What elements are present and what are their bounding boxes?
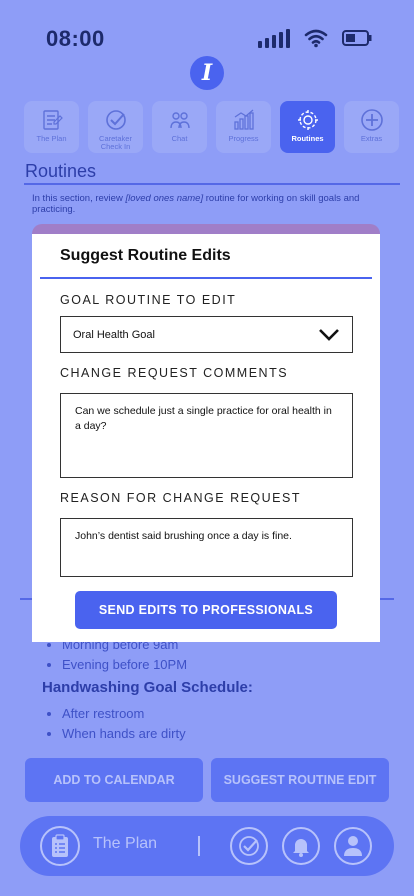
suggest-routine-edit-button[interactable]: SUGGEST ROUTINE EDIT [211, 758, 389, 802]
comments-label: CHANGE REQUEST COMMENTS [60, 366, 289, 380]
tab-chat[interactable]: Chat [152, 101, 207, 153]
tab-progress[interactable]: Progress [216, 101, 271, 153]
app-logo: I [190, 56, 224, 90]
modal-divider [40, 277, 372, 279]
progress-icon [233, 109, 254, 130]
plus-icon [360, 109, 383, 131]
send-edits-button[interactable]: SEND EDITS TO PROFESSIONALS [75, 591, 337, 629]
bell-icon [293, 839, 309, 857]
wifi-icon [304, 29, 328, 48]
battery-icon [342, 30, 372, 46]
tab-label: Extras [360, 134, 383, 143]
add-to-calendar-button[interactable]: ADD TO CALENDAR [25, 758, 203, 802]
tab-the-plan[interactable]: The Plan [24, 101, 79, 153]
status-icons [258, 28, 372, 48]
loved-one-placeholder: [loved ones name] [125, 193, 204, 204]
tab-extras[interactable]: Extras [344, 101, 399, 153]
oral-schedule-list: Morning before 9am Evening before 10PM [42, 637, 187, 677]
bottom-nav: The Plan [20, 816, 394, 876]
tab-label: Progress [228, 134, 259, 143]
bottom-nav-label: The Plan [93, 835, 158, 852]
tab-label: Chat [171, 134, 188, 143]
goal-routine-value: Oral Health Goal [73, 328, 155, 341]
profile-nav-button[interactable] [334, 827, 372, 865]
check-in-icon [105, 110, 126, 130]
plan-nav-button[interactable] [40, 826, 80, 866]
goal-routine-select[interactable]: Oral Health Goal [60, 316, 353, 353]
goal-routine-label: GOAL ROUTINE TO EDIT [60, 293, 237, 307]
list-item: Evening before 10PM [62, 657, 187, 672]
handwashing-title: Handwashing Goal Schedule: [42, 679, 253, 696]
list-item: When hands are dirty [62, 726, 186, 741]
tab-label: Caretaker Check In [99, 134, 132, 151]
tab-caretaker-check-in[interactable]: Caretaker Check In [88, 101, 143, 153]
chat-icon [169, 112, 190, 129]
nav-separator [198, 836, 200, 856]
title-divider [24, 183, 400, 185]
tab-bar: The Plan Caretaker Check In Chat Progres… [24, 101, 399, 153]
reason-label: REASON FOR CHANGE REQUEST [60, 491, 301, 505]
routines-icon [297, 110, 318, 130]
check-in-nav-button[interactable] [230, 827, 268, 865]
check-circle-icon [239, 836, 259, 856]
tab-routines[interactable]: Routines [280, 101, 335, 153]
suggest-edits-modal: Suggest Routine Edits GOAL ROUTINE TO ED… [32, 234, 380, 642]
intro-prefix: In this section, review [32, 193, 126, 204]
plan-icon [42, 110, 63, 130]
modal-title: Suggest Routine Edits [60, 247, 231, 264]
tab-label: Routines [291, 134, 324, 143]
status-time: 08:00 [46, 26, 105, 51]
user-icon [344, 836, 362, 856]
notifications-nav-button[interactable] [282, 827, 320, 865]
page-title: Routines [25, 161, 97, 181]
reason-field[interactable]: John’s dentist said brushing once a day … [60, 518, 353, 577]
handwashing-schedule-list: After restroom When hands are dirty [42, 706, 186, 746]
tab-label: The Plan [36, 134, 67, 143]
signal-icon [258, 28, 290, 48]
list-item: After restroom [62, 706, 186, 721]
clipboard-icon [52, 834, 68, 857]
chevron-down-icon [319, 329, 339, 341]
comments-field[interactable]: Can we schedule just a single practice f… [60, 393, 353, 478]
section-intro: In this section, review [loved ones name… [32, 193, 392, 215]
